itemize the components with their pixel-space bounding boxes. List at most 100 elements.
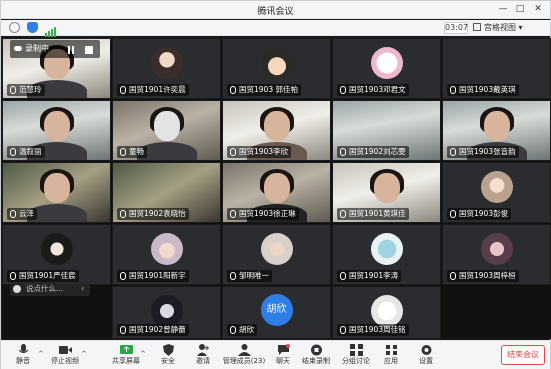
participant-tile[interactable]: 国贸1901李涛 bbox=[332, 224, 441, 285]
participant-name: 国贸1903周佳铭 bbox=[337, 324, 409, 336]
participant-name-text: 国贸1903张音韵 bbox=[459, 147, 516, 156]
breakout-icon bbox=[349, 344, 363, 356]
pause-recording-icon[interactable] bbox=[66, 44, 76, 54]
participant-name: 国贸1903徐正琳 bbox=[227, 208, 299, 220]
participant-name-text: 国贸1902袁晓怡 bbox=[129, 209, 186, 218]
participant-face bbox=[373, 173, 400, 203]
participant-tile[interactable]: 国贸1902刘芯雯 bbox=[332, 100, 441, 161]
participant-name-text: 国贸1903周佳铭 bbox=[349, 325, 406, 334]
avatar bbox=[480, 171, 513, 203]
avatar bbox=[150, 233, 183, 265]
microphone-icon bbox=[10, 210, 16, 218]
participant-tile[interactable]: 国贸1903李欣 bbox=[222, 100, 331, 161]
chevron-up-icon[interactable]: ^ bbox=[81, 350, 87, 358]
window-title: 腾讯会议 bbox=[257, 7, 294, 17]
microphone-icon bbox=[10, 86, 16, 94]
chevron-up-icon[interactable]: ^ bbox=[140, 350, 146, 358]
shield-icon[interactable] bbox=[27, 22, 38, 33]
participant-name-text: 国贸1903彭俊 bbox=[459, 209, 509, 218]
microphone-icon bbox=[340, 86, 346, 94]
microphone-icon bbox=[120, 272, 126, 280]
participant-name: 国贸1902袁晓怡 bbox=[117, 208, 189, 220]
participant-name-text: 国贸1902曾静蕾 bbox=[129, 325, 186, 334]
mute-label: 静音 bbox=[16, 357, 30, 365]
signal-icon[interactable] bbox=[45, 22, 56, 37]
participant-name-text: 国贸1903李欣 bbox=[239, 147, 289, 156]
apps-icon bbox=[385, 345, 397, 355]
participant-tile[interactable]: 国贸1903邓君文 bbox=[332, 38, 441, 99]
participant-tile[interactable]: 国贸1901黄琪佳 bbox=[332, 162, 441, 223]
microphone-icon bbox=[230, 86, 236, 94]
minimize-icon[interactable]: — bbox=[497, 4, 509, 14]
cloud-icon bbox=[14, 46, 22, 51]
microphone-icon bbox=[230, 210, 236, 218]
participant-tile[interactable]: 国贸1903周梓桓 bbox=[442, 224, 551, 285]
microphone-icon bbox=[340, 272, 346, 280]
microphone-icon bbox=[120, 326, 126, 334]
participant-name: 国贸1903张音韵 bbox=[447, 146, 519, 158]
participant-name-text: 范慧玲 bbox=[19, 85, 42, 94]
participant-tile[interactable]: 胡欣 胡欣 bbox=[222, 286, 331, 339]
participant-face bbox=[43, 173, 70, 203]
chat-placeholder: 说点什么... bbox=[26, 284, 64, 293]
participant-tile[interactable]: 国贸1901阳新宇 bbox=[112, 224, 221, 285]
participant-name-text: 国贸1901许奕晨 bbox=[129, 85, 186, 94]
avatar bbox=[150, 295, 183, 327]
microphone-icon bbox=[450, 148, 456, 156]
microphone-icon bbox=[340, 326, 346, 334]
participant-name: 国贸1901黄琪佳 bbox=[337, 208, 409, 220]
maximize-icon[interactable]: □ bbox=[514, 4, 526, 14]
participant-tile[interactable]: 邹明唯一 bbox=[222, 224, 331, 285]
avatar bbox=[370, 47, 403, 79]
emoji-icon[interactable] bbox=[13, 285, 21, 293]
chevron-left-icon[interactable]: ‹ bbox=[81, 282, 84, 296]
participant-tile[interactable]: 云泽 bbox=[2, 162, 111, 223]
participant-tile[interactable]: 温叙丽 bbox=[2, 100, 111, 161]
participant-tile[interactable]: 国贸1901严佳宸 bbox=[2, 224, 111, 285]
participant-name: 国贸1901李涛 bbox=[337, 270, 402, 282]
chat-quick-input[interactable]: 说点什么... ‹ bbox=[10, 282, 90, 296]
microphone-icon bbox=[120, 148, 126, 156]
view-mode-button[interactable]: 宫格视图 ▾ bbox=[473, 22, 531, 34]
avatar bbox=[260, 47, 293, 79]
participant-tile[interactable]: 国贸1903 郭佳帕 bbox=[222, 38, 331, 99]
avatar bbox=[370, 233, 403, 265]
avatar bbox=[260, 233, 293, 265]
camera-icon bbox=[58, 346, 72, 354]
info-icon[interactable] bbox=[9, 22, 20, 33]
participant-name: 邹明唯一 bbox=[227, 270, 272, 282]
avatar bbox=[480, 233, 513, 265]
participant-tile[interactable]: 国贸1903戴英琪 bbox=[442, 38, 551, 99]
participant-tile[interactable]: 国贸1903周佳铭 bbox=[332, 286, 441, 339]
participant-tile[interactable]: 国贸1903张音韵 bbox=[442, 100, 551, 161]
participant-tile[interactable]: 国贸1901许奕晨 bbox=[112, 38, 221, 99]
shield-icon bbox=[162, 344, 174, 356]
view-mode-label: 宫格视图 bbox=[484, 23, 516, 32]
participant-name: 国贸1901许奕晨 bbox=[117, 84, 189, 96]
participant-name: 国贸1903彭俊 bbox=[447, 208, 512, 220]
participant-face bbox=[263, 173, 290, 203]
avatar bbox=[150, 47, 183, 79]
close-icon[interactable]: ✕ bbox=[532, 4, 544, 14]
meeting-info-bar: 03:07 宫格视图 ▾ bbox=[1, 20, 550, 37]
meeting-timer: 03:07 bbox=[444, 22, 469, 34]
participant-name: 国贸1903邓君文 bbox=[337, 84, 409, 96]
participant-name: 国贸1902刘芯雯 bbox=[337, 146, 409, 158]
participant-tile[interactable]: 国贸1903彭俊 bbox=[442, 162, 551, 223]
microphone-icon bbox=[120, 210, 126, 218]
participant-tile[interactable]: 童畅 bbox=[112, 100, 221, 161]
participant-name-text: 国贸1903周梓桓 bbox=[459, 271, 516, 280]
microphone-icon bbox=[120, 86, 126, 94]
end-meeting-button[interactable]: 结束会议 bbox=[501, 345, 545, 365]
participant-tile[interactable]: 国贸1902袁晓怡 bbox=[112, 162, 221, 223]
participant-name-text: 国贸1901黄琪佳 bbox=[349, 209, 406, 218]
share-screen-icon bbox=[119, 345, 133, 354]
stop-recording-icon[interactable] bbox=[84, 44, 94, 54]
end-recording-label: 结束录制 bbox=[302, 357, 330, 365]
participant-tile[interactable]: 国贸1903徐正琳 bbox=[222, 162, 331, 223]
participant-tile[interactable]: 国贸1902曾静蕾 bbox=[112, 286, 221, 339]
participant-name: 国贸1901阳新宇 bbox=[117, 270, 189, 282]
end-recording-button[interactable]: 结束录制 bbox=[294, 343, 338, 369]
participant-name: 国贸1903周梓桓 bbox=[447, 270, 519, 282]
settings-button[interactable]: 设置 bbox=[404, 343, 448, 369]
